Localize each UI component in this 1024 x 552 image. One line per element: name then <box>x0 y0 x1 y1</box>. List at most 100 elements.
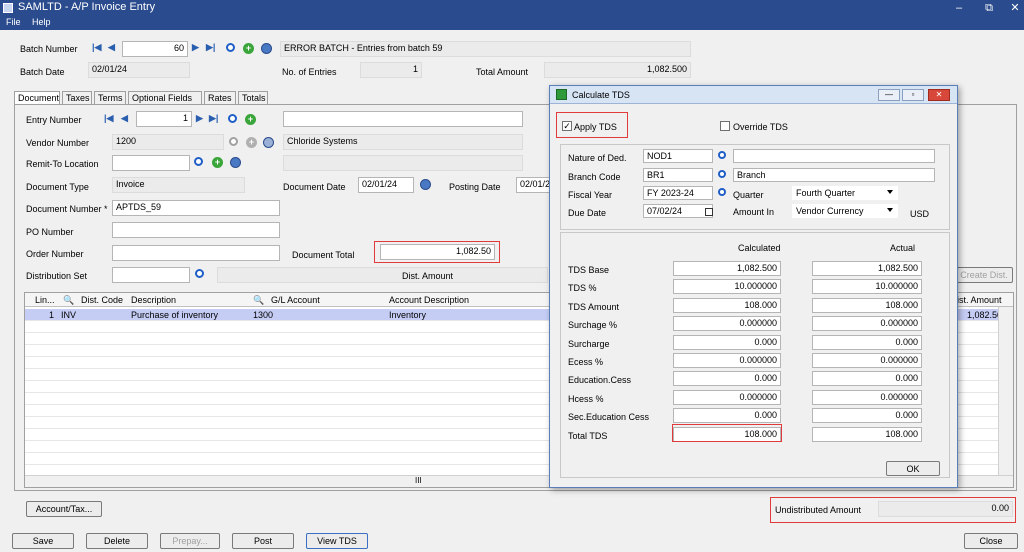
tab-totals[interactable]: Totals <box>238 91 268 105</box>
doc-date-input[interactable]: 02/01/24 <box>358 177 414 193</box>
dist-set-search-icon[interactable] <box>195 269 204 278</box>
col-description[interactable]: Description <box>131 295 176 305</box>
tds-actual-ecess[interactable]: 0.000000 <box>812 353 922 368</box>
due-date-label: Due Date <box>568 208 607 218</box>
col-search-icon[interactable]: 🔍 <box>63 295 74 306</box>
create-dist-button[interactable]: Create Dist. <box>955 267 1013 283</box>
tds-actual-surchage[interactable]: 0.000000 <box>812 316 922 331</box>
batch-list-icon[interactable] <box>261 43 272 54</box>
nature-input[interactable]: NOD1 <box>643 149 713 163</box>
dialog-restore-icon[interactable]: ▫ <box>902 89 924 101</box>
app-icon <box>3 3 13 13</box>
doc-total-input[interactable]: 1,082.50 <box>380 244 495 260</box>
prepay-button[interactable]: Prepay... <box>160 533 220 549</box>
quarter-select[interactable]: Fourth Quarter <box>792 186 898 200</box>
tds-actual-tds-base[interactable]: 1,082.500 <box>812 261 922 276</box>
entry-add-icon[interactable]: + <box>245 114 256 125</box>
tds-actual-education-cess[interactable]: 0.000 <box>812 371 922 386</box>
batch-nav-next-icon[interactable]: ▶ <box>192 42 199 53</box>
tds-actual-sec-education-cess[interactable]: 0.000 <box>812 408 922 423</box>
dialog-minimize-icon[interactable]: — <box>878 89 900 101</box>
override-tds-checkbox[interactable] <box>720 121 730 131</box>
doc-date-calendar-icon[interactable] <box>420 179 431 190</box>
tds-label-sec-education-cess: Sec.Education Cess <box>568 412 650 422</box>
fiscal-year-input[interactable]: FY 2023-24 <box>643 186 713 200</box>
due-date-calendar-icon[interactable] <box>705 208 713 216</box>
branch-search-icon[interactable] <box>718 170 726 178</box>
dialog-title: Calculate TDS <box>572 90 630 100</box>
dialog-title-bar: Calculate TDS — ▫ ✕ <box>550 86 957 104</box>
tds-calculated-hcess: 0.000000 <box>673 390 781 405</box>
batch-nav-first-icon[interactable]: |◀ <box>92 42 101 53</box>
entry-nav-first-icon[interactable]: |◀ <box>104 113 113 124</box>
batch-nav-prev-icon[interactable]: ◀ <box>108 42 115 53</box>
batch-add-icon[interactable]: + <box>243 43 254 54</box>
tds-actual-hcess[interactable]: 0.000000 <box>812 390 922 405</box>
tds-calculated-tds: 10.000000 <box>673 279 781 294</box>
entry-number-input[interactable]: 1 <box>136 111 192 127</box>
remit-search-icon[interactable] <box>194 157 203 166</box>
entries-label: No. of Entries <box>282 67 337 77</box>
tab-terms[interactable]: Terms <box>94 91 126 105</box>
batch-number-input[interactable]: 60 <box>122 41 188 57</box>
entry-nav-prev-icon[interactable]: ◀ <box>121 113 128 124</box>
po-number-input[interactable] <box>112 222 280 238</box>
nature-search-icon[interactable] <box>718 151 726 159</box>
col-gl-search-icon[interactable]: 🔍 <box>253 295 264 306</box>
save-button[interactable]: Save <box>12 533 74 549</box>
remit-list-icon[interactable] <box>230 157 241 168</box>
order-number-input[interactable] <box>112 245 280 261</box>
fiscal-year-search-icon[interactable] <box>718 188 726 196</box>
quarter-chevron-down-icon <box>887 190 893 194</box>
dist-set-input[interactable] <box>112 267 190 283</box>
tds-actual-total-tds[interactable]: 108.000 <box>812 427 922 442</box>
amount-in-select[interactable]: Vendor Currency <box>792 204 898 218</box>
batch-date: 02/01/24 <box>88 62 190 78</box>
view-tds-button[interactable]: View TDS <box>306 533 368 549</box>
doc-total-label: Document Total <box>292 250 355 260</box>
po-number-label: PO Number <box>26 227 74 237</box>
doc-number-input[interactable]: APTDS_59 <box>112 200 280 216</box>
post-button[interactable]: Post <box>232 533 294 549</box>
apply-tds-checkbox[interactable]: ✓ <box>562 121 572 131</box>
dialog-close-icon[interactable]: ✕ <box>928 89 950 101</box>
dist-amount-label: Dist. Amount <box>402 271 454 281</box>
tds-actual-tds[interactable]: 10.000000 <box>812 279 922 294</box>
batch-search-icon[interactable] <box>226 43 235 52</box>
col-dist-code[interactable]: Dist. Code <box>81 295 123 305</box>
tab-optional-fields[interactable]: Optional Fields <box>128 91 202 105</box>
scroll-thumb[interactable]: III <box>415 476 422 485</box>
delete-button[interactable]: Delete <box>86 533 148 549</box>
col-amount[interactable]: ist. Amount <box>957 295 1002 305</box>
tds-label-tds: TDS % <box>568 283 597 293</box>
entry-description-input[interactable] <box>283 111 523 127</box>
col-line[interactable]: Lin... <box>35 295 55 305</box>
remit-add-icon[interactable]: + <box>212 157 223 168</box>
batch-nav-last-icon[interactable]: ▶| <box>206 42 215 53</box>
entry-nav-next-icon[interactable]: ▶ <box>196 113 203 124</box>
col-account-description[interactable]: Account Description <box>389 295 469 305</box>
row-line: 1 <box>49 310 55 320</box>
ok-button[interactable]: OK <box>886 461 940 476</box>
grid-vertical-scrollbar[interactable] <box>998 307 1013 487</box>
account-tax-button[interactable]: Account/Tax... <box>26 501 102 517</box>
branch-input[interactable]: BR1 <box>643 168 713 182</box>
close-button[interactable]: Close <box>964 533 1018 549</box>
menu-file[interactable]: File <box>6 17 21 27</box>
tds-calculated-tds-base: 1,082.500 <box>673 261 781 276</box>
col-gl-account[interactable]: G/L Account <box>271 295 320 305</box>
menu-help[interactable]: Help <box>32 17 51 27</box>
tds-label-hcess: Hcess % <box>568 394 604 404</box>
entry-nav-last-icon[interactable]: ▶| <box>209 113 218 124</box>
entry-search-icon[interactable] <box>228 114 237 123</box>
tds-actual-surcharge[interactable]: 0.000 <box>812 335 922 350</box>
tab-rates[interactable]: Rates <box>204 91 236 105</box>
due-date-input[interactable]: 07/02/24 <box>643 204 713 218</box>
posting-date-input[interactable]: 02/01/2 <box>516 177 550 193</box>
minimize-button[interactable]: – <box>944 0 974 16</box>
tab-taxes[interactable]: Taxes <box>62 91 92 105</box>
total-amount: 1,082.500 <box>544 62 691 78</box>
tds-actual-tds-amount[interactable]: 108.000 <box>812 298 922 313</box>
close-window-button[interactable]: ✕ <box>1000 0 1024 16</box>
remit-to-input[interactable] <box>112 155 190 171</box>
